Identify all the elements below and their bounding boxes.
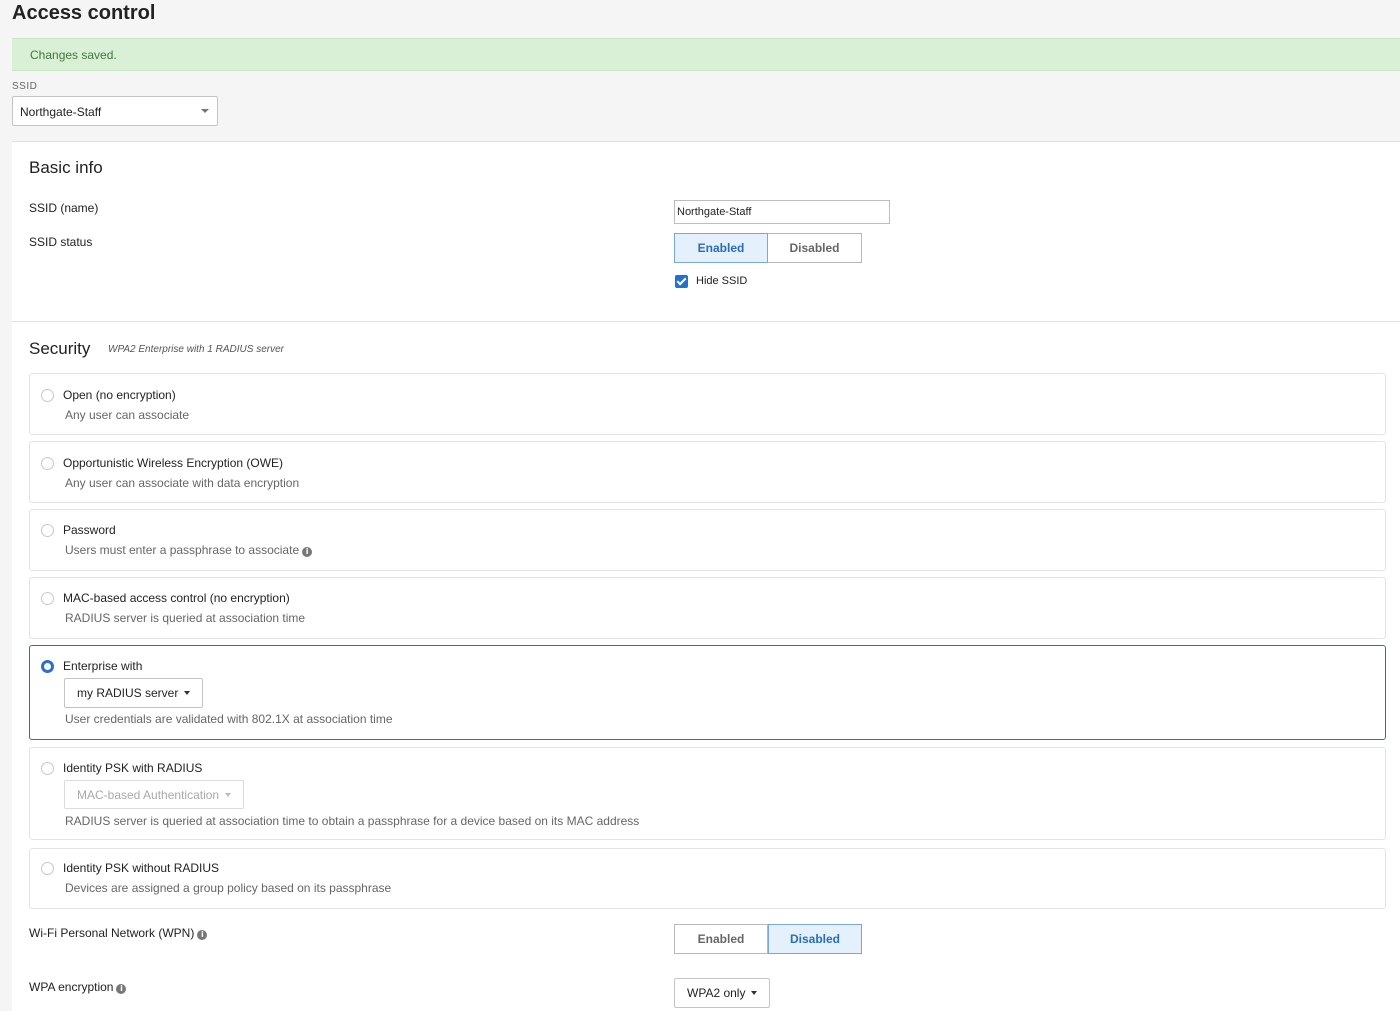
- radius-server-value: my RADIUS server: [77, 686, 179, 700]
- option-description: Devices are assigned a group policy base…: [65, 881, 392, 895]
- security-summary: WPA2 Enterprise with 1 RADIUS server: [108, 344, 284, 355]
- hide-ssid-label: Hide SSID: [696, 275, 748, 287]
- radio-button[interactable]: [41, 524, 54, 537]
- wpa-encryption-dropdown[interactable]: WPA2 only: [674, 978, 771, 1008]
- radio-button-selected[interactable]: [41, 660, 54, 673]
- option-title: MAC-based access control (no encryption): [63, 591, 290, 605]
- security-option-identity-psk-no-radius[interactable]: Identity PSK without RADIUS Devices are …: [29, 848, 1386, 909]
- option-description: User credentials are validated with 802.…: [65, 712, 393, 726]
- radio-button[interactable]: [41, 862, 54, 875]
- security-option-password[interactable]: Password Users must enter a passphrase t…: [29, 509, 1386, 571]
- alert-message: Changes saved.: [30, 48, 117, 62]
- info-icon[interactable]: i: [302, 547, 313, 557]
- main-panel: Basic info SSID (name) SSID status Enabl…: [12, 141, 1400, 1011]
- security-heading: Security: [29, 339, 91, 358]
- security-option-identity-psk-radius[interactable]: Identity PSK with RADIUS MAC-based Authe…: [29, 747, 1386, 840]
- wpa-encryption-label: WPA encryption i: [29, 980, 127, 994]
- option-title: Opportunistic Wireless Encryption (OWE): [63, 456, 284, 470]
- security-option-mac-based[interactable]: MAC-based access control (no encryption)…: [29, 577, 1386, 639]
- section-divider: [12, 321, 1400, 322]
- success-alert: Changes saved.: [12, 38, 1400, 71]
- wpa-encryption-value: WPA2 only: [687, 986, 746, 1000]
- page-title: Access control: [12, 2, 156, 24]
- option-description: RADIUS server is queried at association …: [65, 611, 306, 625]
- ssid-name-label: SSID (name): [29, 201, 99, 215]
- wpn-label-text: Wi-Fi Personal Network (WPN): [29, 926, 195, 940]
- security-option-open[interactable]: Open (no encryption) Any user can associ…: [29, 373, 1386, 435]
- option-title: Identity PSK without RADIUS: [63, 861, 220, 875]
- radio-button[interactable]: [41, 592, 54, 605]
- caret-down-icon: [751, 991, 758, 995]
- ssid-status-toggle: Enabled Disabled: [674, 233, 862, 263]
- security-option-enterprise[interactable]: Enterprise with my RADIUS server User cr…: [29, 645, 1386, 740]
- option-description-text: Users must enter a passphrase to associa…: [65, 543, 300, 557]
- ssid-selector[interactable]: Northgate-Staff: [12, 96, 218, 126]
- radius-server-dropdown[interactable]: my RADIUS server: [64, 678, 204, 708]
- option-title: Identity PSK with RADIUS: [63, 761, 203, 775]
- radio-button[interactable]: [41, 762, 54, 775]
- wpa-encryption-label-text: WPA encryption: [29, 980, 114, 994]
- ssid-selector-value: Northgate-Staff: [20, 105, 102, 119]
- hide-ssid-checkbox[interactable]: [675, 275, 688, 288]
- option-description: RADIUS server is queried at association …: [65, 814, 640, 828]
- ssid-status-enabled-button[interactable]: Enabled: [674, 233, 768, 263]
- mac-authentication-dropdown: MAC-based Authentication: [64, 780, 245, 809]
- option-title: Enterprise with: [63, 659, 143, 673]
- ssid-selector-label: SSID: [12, 81, 38, 92]
- info-icon[interactable]: i: [197, 930, 208, 940]
- ssid-status-label: SSID status: [29, 235, 93, 249]
- ssid-status-disabled-button[interactable]: Disabled: [768, 233, 862, 263]
- option-title: Password: [63, 523, 116, 537]
- caret-down-icon: [225, 792, 232, 797]
- ssid-name-input[interactable]: [674, 200, 890, 224]
- wpn-enabled-button[interactable]: Enabled: [674, 924, 768, 954]
- caret-down-icon: [184, 691, 191, 695]
- info-icon[interactable]: i: [116, 984, 127, 994]
- wpn-label: Wi-Fi Personal Network (WPN) i: [29, 926, 208, 940]
- basic-info-heading: Basic info: [29, 158, 103, 177]
- wpn-disabled-button[interactable]: Disabled: [768, 924, 862, 954]
- option-description: Any user can associate with data encrypt…: [65, 476, 300, 490]
- mac-authentication-value: MAC-based Authentication: [77, 787, 220, 802]
- option-description: Users must enter a passphrase to associa…: [65, 543, 313, 557]
- chevron-down-icon: [201, 109, 209, 113]
- wpn-toggle: Enabled Disabled: [674, 924, 862, 954]
- radio-button[interactable]: [41, 457, 54, 470]
- option-description: Any user can associate: [65, 408, 190, 422]
- radio-button[interactable]: [41, 389, 54, 402]
- security-option-owe[interactable]: Opportunistic Wireless Encryption (OWE) …: [29, 441, 1386, 503]
- option-title: Open (no encryption): [63, 388, 176, 402]
